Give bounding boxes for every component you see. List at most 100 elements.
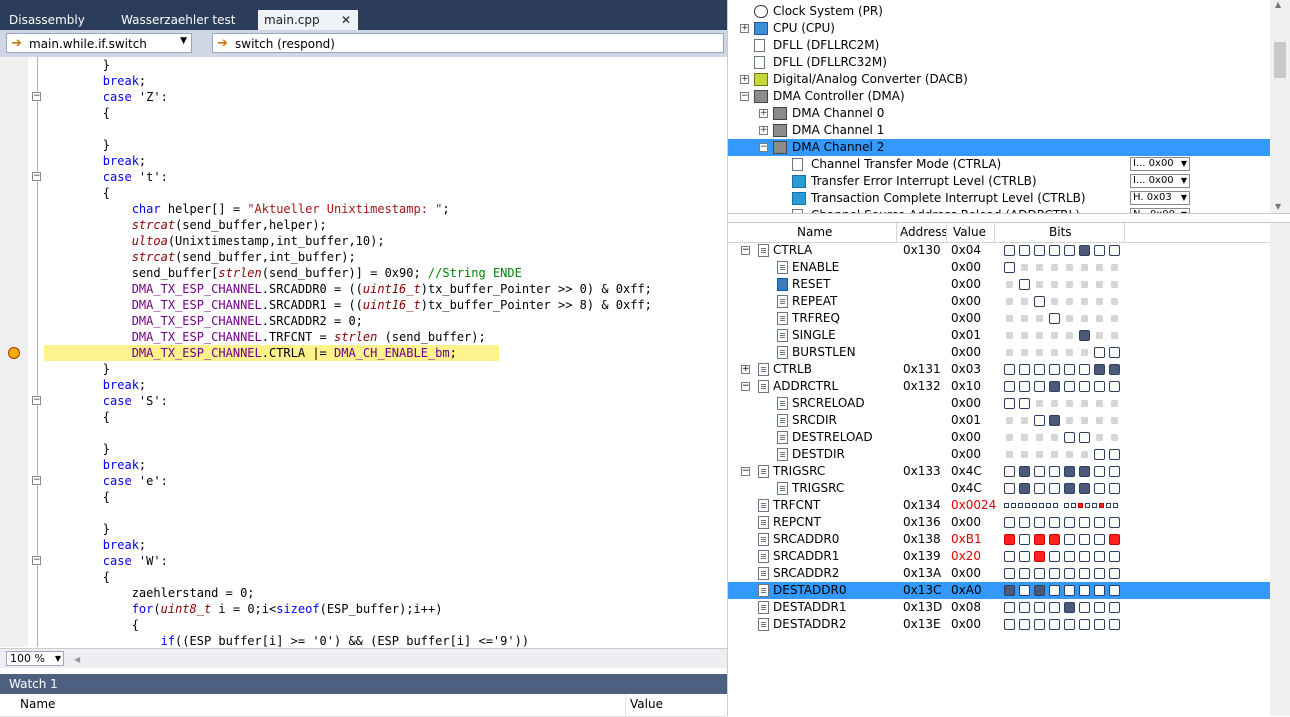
bit-toggle[interactable] (1064, 381, 1075, 392)
tree-item[interactable]: Clock System (PR) (728, 3, 1270, 20)
collapse-icon[interactable]: − (740, 92, 749, 101)
bit-toggle[interactable] (1019, 568, 1030, 579)
bit-toggle[interactable] (1046, 503, 1051, 508)
bit-toggle[interactable] (1109, 619, 1120, 630)
collapse-icon[interactable]: − (32, 396, 41, 405)
tree-item[interactable]: − DMA Channel 2 (728, 139, 1270, 156)
code-area[interactable]: } break; case 'Z': { } break; case 't': … (0, 57, 727, 647)
scope-dropdown[interactable]: ➔ main.while.if.switch ▼ (6, 33, 192, 53)
scroll-left-icon[interactable]: ◀ (74, 655, 80, 664)
watch-title[interactable]: Watch 1 (0, 674, 727, 694)
bit-toggle[interactable] (1094, 517, 1105, 528)
code-line[interactable]: } (45, 137, 110, 153)
bit-toggle[interactable] (1064, 568, 1075, 579)
code-line[interactable]: strcat(send_buffer,helper); (45, 217, 327, 233)
register-value[interactable]: 0x4C (951, 480, 982, 497)
bit-toggle[interactable] (1049, 517, 1060, 528)
register-value[interactable]: 0x04 (951, 242, 981, 259)
bit-toggle[interactable] (1064, 466, 1075, 477)
bit-toggle[interactable] (1094, 364, 1105, 375)
register-value[interactable]: 0x10 (951, 378, 981, 395)
register-row[interactable]: REPCNT 0x136 0x00 (728, 514, 1270, 531)
register-value[interactable]: 0x00 (951, 310, 981, 327)
bit-toggle[interactable] (1079, 432, 1090, 443)
scroll-down-icon[interactable]: ▼ (1275, 202, 1281, 211)
collapse-icon[interactable]: − (741, 467, 750, 476)
watch-col-name[interactable]: Name (20, 697, 55, 711)
register-value[interactable]: 0xB1 (951, 531, 982, 548)
bit-toggle[interactable] (1109, 602, 1120, 613)
bit-toggle[interactable] (1094, 568, 1105, 579)
col-name-header[interactable]: Name (797, 225, 832, 239)
bit-toggle[interactable] (1049, 568, 1060, 579)
tree-item[interactable]: Transaction Complete Interrupt Level (CT… (728, 190, 1270, 207)
bit-toggle[interactable] (1094, 585, 1105, 596)
bit-toggle[interactable] (1109, 585, 1120, 596)
expand-icon[interactable]: + (740, 24, 749, 33)
bit-toggle[interactable] (1064, 432, 1075, 443)
code-line[interactable]: break; (45, 153, 146, 169)
register-value[interactable]: 0x00 (951, 293, 981, 310)
register-row[interactable]: SINGLE 0x01 (728, 327, 1270, 344)
collapse-icon[interactable]: − (741, 246, 750, 255)
bit-toggle[interactable] (1109, 245, 1120, 256)
bit-toggle[interactable] (1092, 503, 1097, 508)
bit-toggle[interactable] (1099, 503, 1104, 508)
bitfield-value-dropdown[interactable]: H. 0x03 ▼ (1130, 191, 1190, 205)
member-dropdown[interactable]: ➔ switch (respond) (212, 33, 724, 53)
bit-toggle[interactable] (1004, 398, 1015, 409)
bit-toggle[interactable] (1034, 483, 1045, 494)
bit-toggle[interactable] (1064, 517, 1075, 528)
current-statement-line[interactable]: DMA_TX_ESP_CHANNEL.CTRLA |= DMA_CH_ENABL… (44, 345, 499, 361)
tree-item[interactable]: Channel Transfer Mode (CTRLA) I... 0x00 ▼ (728, 156, 1270, 173)
expand-icon[interactable]: + (740, 75, 749, 84)
bit-toggle[interactable] (1019, 279, 1030, 290)
register-row[interactable]: TRFCNT 0x134 0x0024 (728, 497, 1270, 514)
scroll-up-icon[interactable]: ▲ (1275, 0, 1281, 9)
bit-toggle[interactable] (1049, 619, 1060, 630)
code-line[interactable]: if((ESP_buffer[i] >= '0') && (ESP_buffer… (45, 633, 529, 647)
code-line[interactable]: case 'S': (45, 393, 168, 409)
bit-toggle[interactable] (1034, 381, 1045, 392)
register-row[interactable]: SRCDIR 0x01 (728, 412, 1270, 429)
bit-toggle[interactable] (1094, 551, 1105, 562)
bit-toggle[interactable] (1049, 313, 1060, 324)
bit-toggle[interactable] (1106, 503, 1111, 508)
register-value[interactable]: 0x00 (951, 429, 981, 446)
bit-toggle[interactable] (1094, 381, 1105, 392)
register-value[interactable]: 0x08 (951, 599, 981, 616)
code-line[interactable]: zaehlerstand = 0; (45, 585, 255, 601)
collapse-icon[interactable]: − (32, 172, 41, 181)
bit-toggle[interactable] (1032, 503, 1037, 508)
code-line[interactable]: for(uint8_t i = 0;i<sizeof(ESP_buffer);i… (45, 601, 443, 617)
register-row[interactable]: + CTRLB 0x131 0x03 (728, 361, 1270, 378)
register-value[interactable]: 0x00 (951, 276, 981, 293)
column-divider[interactable] (896, 223, 897, 242)
register-value[interactable]: 0x4C (951, 463, 982, 480)
bit-toggle[interactable] (1019, 245, 1030, 256)
register-row[interactable]: TRFREQ 0x00 (728, 310, 1270, 327)
bit-toggle[interactable] (1019, 398, 1030, 409)
bit-toggle[interactable] (1019, 585, 1030, 596)
register-row[interactable]: DESTRELOAD 0x00 (728, 429, 1270, 446)
tab-disassembly[interactable]: Disassembly (9, 10, 85, 30)
bit-toggle[interactable] (1079, 619, 1090, 630)
tree-item[interactable]: + CPU (CPU) (728, 20, 1270, 37)
bit-toggle[interactable] (1109, 449, 1120, 460)
register-row[interactable]: DESTDIR 0x00 (728, 446, 1270, 463)
bit-toggle[interactable] (1034, 415, 1045, 426)
register-value[interactable]: 0x00 (951, 616, 981, 633)
register-row[interactable]: ENABLE 0x00 (728, 259, 1270, 276)
code-line[interactable]: case 'W': (45, 553, 168, 569)
register-row[interactable]: SRCADDR2 0x13A 0x00 (728, 565, 1270, 582)
code-line[interactable]: char helper[] = "Aktueller Unixtimestamp… (45, 201, 450, 217)
bit-toggle[interactable] (1004, 602, 1015, 613)
breakpoint-arrow-icon[interactable] (8, 347, 20, 359)
bit-toggle[interactable] (1064, 534, 1075, 545)
code-line[interactable]: { (45, 185, 110, 201)
code-line[interactable]: { (45, 105, 110, 121)
register-row[interactable]: RESET 0x00 (728, 276, 1270, 293)
register-value[interactable]: 0x01 (951, 327, 981, 344)
register-row[interactable]: REPEAT 0x00 (728, 293, 1270, 310)
tab-wasserzaehler-test[interactable]: Wasserzaehler test (121, 10, 235, 30)
